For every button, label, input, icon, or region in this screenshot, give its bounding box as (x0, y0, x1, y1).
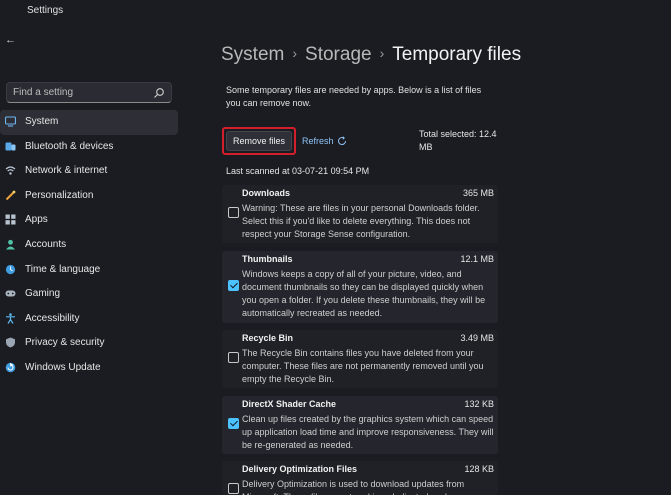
sidebar-item-label: Network & internet (25, 165, 108, 177)
apps-icon (5, 214, 16, 225)
personalization-icon (5, 190, 16, 200)
file-size: 3.49 MB (460, 333, 494, 343)
intro-text: Some temporary files are needed by apps.… (226, 85, 482, 108)
breadcrumb: System › Storage › Temporary files (221, 44, 521, 66)
refresh-icon[interactable] (337, 136, 347, 146)
sidebar-item-bluetooth[interactable]: Bluetooth & devices (0, 135, 178, 160)
sidebar-item-personalization[interactable]: Personalization (0, 184, 178, 209)
gaming-icon (5, 290, 16, 297)
title-bar: Settings (0, 0, 671, 24)
breadcrumb-system[interactable]: System (221, 44, 284, 65)
system-icon (5, 116, 16, 127)
search-placeholder: Find a setting (13, 87, 74, 98)
sidebar-item-system[interactable]: System (0, 110, 178, 135)
sidebar-item-label: Gaming (25, 288, 61, 300)
file-title: Delivery Optimization Files (242, 464, 358, 474)
file-size: 365 MB (462, 188, 494, 198)
search-input[interactable]: Find a setting (6, 82, 172, 103)
file-size: 128 KB (464, 464, 494, 474)
app-title: Settings (27, 5, 64, 16)
file-size: 12.1 MB (460, 254, 494, 264)
sidebar-item-gaming[interactable]: Gaming (0, 282, 178, 307)
checkbox-delivery-optimization[interactable] (228, 483, 239, 494)
checkbox-thumbnails[interactable] (228, 280, 239, 291)
file-item-thumbnails: Thumbnails 12.1 MB Windows keeps a copy … (222, 251, 498, 323)
sidebar-item-label: Accessibility (25, 312, 80, 324)
back-arrow-icon[interactable]: ← (5, 34, 16, 46)
total-selected: Total selected: 12.4 MB (419, 129, 497, 152)
file-item-recycle-bin: Recycle Bin 3.49 MB The Recycle Bin cont… (222, 330, 498, 388)
breadcrumb-separator: › (379, 45, 385, 61)
breadcrumb-separator: › (292, 45, 298, 61)
sidebar-item-label: Personalization (25, 189, 94, 201)
file-description: Delivery Optimization is used to downloa… (242, 479, 465, 495)
time-language-icon (5, 264, 16, 274)
file-item-directx-shader-cache: DirectX Shader Cache 132 KB Clean up fil… (222, 396, 498, 454)
sidebar-item-privacy[interactable]: Privacy & security (0, 331, 178, 356)
file-description: Clean up files created by the graphics s… (242, 414, 494, 450)
sidebar-item-label: Bluetooth & devices (25, 140, 114, 152)
file-item-delivery-optimization: Delivery Optimization Files 128 KB Deliv… (222, 461, 498, 495)
file-description: Warning: These are files in your persona… (242, 203, 480, 239)
file-item-downloads: Downloads 365 MB Warning: These are file… (222, 185, 498, 243)
sidebar-item-label: Privacy & security (25, 337, 105, 349)
search-icon[interactable] (153, 87, 165, 99)
sidebar-item-label: Accounts (25, 238, 67, 250)
accessibility-icon (6, 313, 15, 324)
sidebar-item-network[interactable]: Network & internet (0, 159, 178, 184)
windows-update-icon (5, 362, 16, 373)
network-icon (5, 166, 16, 175)
file-description: Windows keeps a copy of all of your pict… (242, 269, 486, 318)
breadcrumb-storage[interactable]: Storage (305, 44, 372, 65)
file-title: DirectX Shader Cache (242, 399, 337, 409)
privacy-icon (6, 337, 15, 348)
checkbox-recycle-bin[interactable] (228, 352, 239, 363)
sidebar-item-apps[interactable]: Apps (0, 208, 178, 233)
checkbox-downloads[interactable] (228, 207, 239, 218)
sidebar-item-label: Time & language (25, 263, 101, 275)
sidebar-item-accounts[interactable]: Accounts (0, 233, 178, 258)
file-title: Thumbnails (242, 254, 293, 264)
file-title: Recycle Bin (242, 333, 294, 343)
sidebar-item-time-language[interactable]: Time & language (0, 258, 178, 283)
accounts-icon (6, 239, 15, 250)
sidebar-nav: System Bluetooth & devices Network & int… (0, 110, 180, 381)
bluetooth-icon (5, 142, 16, 151)
sidebar-item-windows-update[interactable]: Windows Update (0, 356, 178, 381)
file-description: The Recycle Bin contains files you have … (242, 348, 484, 384)
last-scanned: Last scanned at 03-07-21 09:54 PM (226, 166, 370, 176)
sidebar-item-label: Apps (25, 214, 48, 226)
checkbox-directx-shader-cache[interactable] (228, 418, 239, 429)
sidebar-item-accessibility[interactable]: Accessibility (0, 307, 178, 332)
sidebar-item-label: System (25, 116, 59, 127)
refresh-link[interactable]: Refresh (302, 136, 334, 146)
remove-files-button[interactable]: Remove files (226, 131, 292, 151)
sidebar-item-label: Windows Update (25, 361, 101, 373)
file-size: 132 KB (464, 399, 494, 409)
file-title: Downloads (242, 188, 291, 198)
page-title: Temporary files (392, 44, 522, 65)
